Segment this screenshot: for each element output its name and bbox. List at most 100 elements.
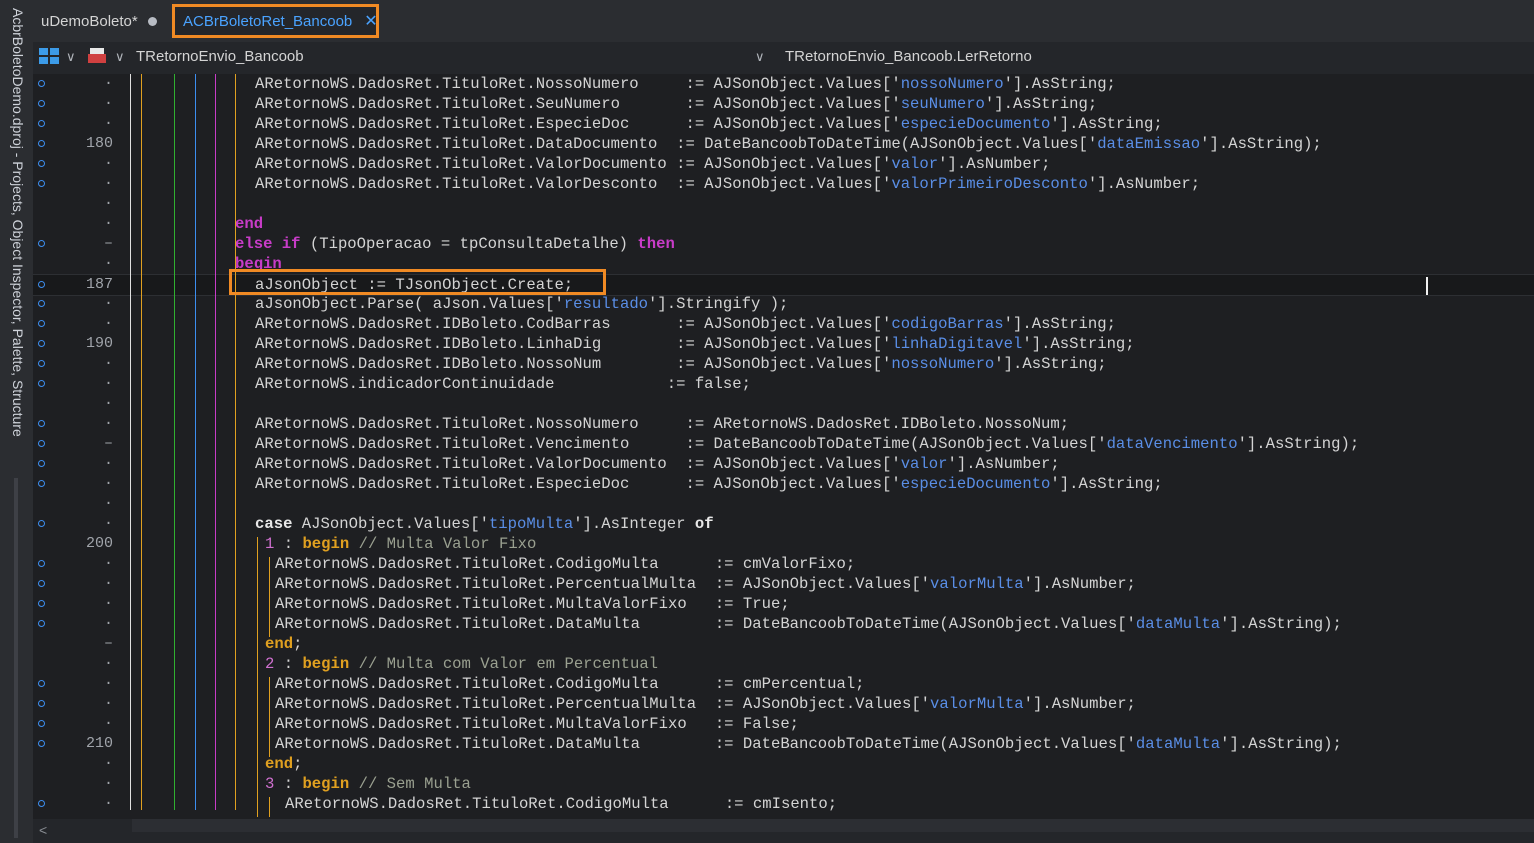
code-text[interactable]: end; [265,634,302,654]
print-icon[interactable] [88,48,106,64]
code-text[interactable]: ARetornoWS.DadosRet.TituloRet.NossoNumer… [255,414,1069,434]
code-text[interactable]: ARetornoWS.DadosRet.IDBoleto.LinhaDig :=… [255,334,1135,354]
code-line[interactable]: · ARetornoWS.DadosRet.TituloRet.DataMulta… [33,614,1534,634]
code-line[interactable]: · ARetornoWS.DadosRet.TituloRet.MultaValo… [33,714,1534,734]
case-block-guide [269,797,270,817]
code-line[interactable]: · end; [33,754,1534,774]
code-text[interactable]: ARetornoWS.DadosRet.TituloRet.Percentual… [275,694,1136,714]
close-icon[interactable]: ✕ [364,11,377,31]
line-number: · [103,415,113,432]
code-line[interactable]: · ARetornoWS.DadosRet.TituloRet.EspecieDo… [33,114,1534,134]
code-text[interactable]: ARetornoWS.DadosRet.TituloRet.DataMulta … [275,614,1342,634]
code-text[interactable]: ARetornoWS.DadosRet.TituloRet.ValorDocum… [255,454,1060,474]
code-editor[interactable]: · ARetornoWS.DadosRet.TituloRet.NossoNume… [33,74,1534,843]
code-line[interactable]: · ARetornoWS.DadosRet.TituloRet.CodigoMul… [33,794,1534,814]
side-panel-label[interactable]: AcbrBoletoDemo.dproj - Projects, Object … [6,8,26,478]
code-text[interactable]: ARetornoWS.DadosRet.TituloRet.MultaValor… [275,714,799,734]
highlight-box [229,269,606,295]
code-line[interactable]: · ARetornoWS.DadosRet.TituloRet.Percentua… [33,574,1534,594]
code-line[interactable]: · [33,194,1534,214]
code-line[interactable]: · case AJSonObject.Values['tipoMulta'].As… [33,514,1534,534]
line-number: · [103,715,113,732]
grid-icon[interactable] [39,48,59,64]
code-text[interactable]: 3 : begin // Sem Multa [265,774,471,794]
line-number: · [103,755,113,772]
line-number: · [103,615,113,632]
code-text[interactable]: else if (TipoOperacao = tpConsultaDetalh… [235,234,675,254]
chevron-down-icon[interactable]: ∨ [66,49,76,65]
code-line[interactable]: · end [33,214,1534,234]
line-number: · [103,315,113,332]
horizontal-scrollbar[interactable]: < [33,819,1534,843]
code-text[interactable]: case AJSonObject.Values['tipoMulta'].AsI… [255,514,714,534]
code-line[interactable]: · aJsonObject.Parse( aJson.Values['result… [33,294,1534,314]
code-text[interactable]: ARetornoWS.DadosRet.IDBoleto.CodBarras :… [255,314,1116,334]
tab-udemoboleto[interactable]: uDemoBoleto* [33,4,169,38]
code-text[interactable]: ARetornoWS.DadosRet.TituloRet.NossoNumer… [255,74,1116,94]
line-number: · [103,675,113,692]
class-selector[interactable]: TRetornoEnvio_Bancoob [136,48,304,65]
line-number: 187 [85,276,113,293]
code-text[interactable]: ARetornoWS.DadosRet.TituloRet.CodigoMult… [275,554,855,574]
code-line[interactable]: 210 ARetornoWS.DadosRet.TituloRet.DataMul… [33,734,1534,754]
code-text[interactable]: 1 : begin // Multa Valor Fixo [265,534,536,554]
code-text[interactable]: ARetornoWS.DadosRet.TituloRet.SeuNumero … [255,94,1097,114]
code-line[interactable]: · ARetornoWS.indicadorContinuidade := fal… [33,374,1534,394]
code-text[interactable]: ARetornoWS.DadosRet.TituloRet.DataDocume… [255,134,1322,154]
code-line[interactable]: · ARetornoWS.DadosRet.TituloRet.ValorDesc… [33,174,1534,194]
code-line[interactable]: · ARetornoWS.DadosRet.IDBoleto.NossoNum :… [33,354,1534,374]
code-line[interactable]: – ARetornoWS.DadosRet.TituloRet.Venciment… [33,434,1534,454]
chevron-down-icon[interactable]: ∨ [115,49,125,65]
code-line[interactable]: · ARetornoWS.DadosRet.TituloRet.SeuNumero… [33,94,1534,114]
code-text[interactable]: ARetornoWS.DadosRet.TituloRet.EspecieDoc… [255,114,1163,134]
code-text[interactable]: end; [265,754,302,774]
scroll-left-icon[interactable]: < [39,822,47,838]
chevron-down-icon[interactable]: ∨ [755,49,765,65]
line-number: · [103,355,113,372]
code-line[interactable]: 190 ARetornoWS.DadosRet.IDBoleto.LinhaDig… [33,334,1534,354]
code-line[interactable]: · 2 : begin // Multa com Valor em Percent… [33,654,1534,674]
code-text[interactable]: ARetornoWS.DadosRet.TituloRet.EspecieDoc… [255,474,1163,494]
code-line[interactable]: – end; [33,634,1534,654]
code-line[interactable]: · ARetornoWS.DadosRet.TituloRet.EspecieDo… [33,474,1534,494]
indent-guide [174,74,175,810]
tab-acbrboletoret-bancoob[interactable]: ACBrBoletoRet_Bancoob ✕ [172,4,379,38]
code-text[interactable]: aJsonObject.Parse( aJson.Values['resulta… [255,294,788,314]
side-panel-handle[interactable] [14,478,18,838]
method-selector[interactable]: TRetornoEnvio_Bancoob.LerRetorno [785,48,1032,65]
code-text[interactable]: ARetornoWS.DadosRet.TituloRet.Percentual… [275,574,1136,594]
code-text[interactable]: ARetornoWS.DadosRet.TituloRet.ValorDesco… [255,174,1200,194]
code-text[interactable]: end [235,214,263,234]
code-line[interactable]: · ARetornoWS.DadosRet.TituloRet.CodigoMul… [33,674,1534,694]
code-line[interactable]: · ARetornoWS.DadosRet.TituloRet.MultaValo… [33,594,1534,614]
indent-guides [130,74,236,819]
line-number: · [103,695,113,712]
scroll-track[interactable] [132,819,1534,832]
code-line[interactable]: · ARetornoWS.DadosRet.TituloRet.NossoNume… [33,414,1534,434]
code-line[interactable]: · [33,394,1534,414]
code-line[interactable]: – else if (TipoOperacao = tpConsultaDetal… [33,234,1534,254]
side-panel-strip[interactable]: AcbrBoletoDemo.dproj - Projects, Object … [0,0,34,843]
code-text[interactable]: ARetornoWS.DadosRet.TituloRet.MultaValor… [275,594,790,614]
line-number: · [103,255,113,272]
code-text[interactable]: ARetornoWS.DadosRet.TituloRet.CodigoMult… [285,794,837,814]
code-line[interactable]: · 3 : begin // Sem Multa [33,774,1534,794]
code-line[interactable]: · ARetornoWS.DadosRet.TituloRet.ValorDocu… [33,454,1534,474]
code-text[interactable]: ARetornoWS.DadosRet.IDBoleto.NossoNum :=… [255,354,1107,374]
code-text[interactable]: ARetornoWS.DadosRet.TituloRet.DataMulta … [275,734,1342,754]
code-area[interactable]: · ARetornoWS.DadosRet.TituloRet.NossoNume… [33,74,1534,819]
code-line[interactable]: · ARetornoWS.DadosRet.TituloRet.CodigoMul… [33,554,1534,574]
code-text[interactable]: 2 : begin // Multa com Valor em Percentu… [265,654,658,674]
code-line[interactable]: · ARetornoWS.DadosRet.TituloRet.ValorDocu… [33,154,1534,174]
code-text[interactable]: ARetornoWS.DadosRet.TituloRet.ValorDocum… [255,154,1050,174]
code-line[interactable]: 200 1 : begin // Multa Valor Fixo [33,534,1534,554]
code-line[interactable]: · [33,494,1534,514]
code-line[interactable]: 180 ARetornoWS.DadosRet.TituloRet.DataDoc… [33,134,1534,154]
code-line[interactable]: · ARetornoWS.DadosRet.IDBoleto.CodBarras … [33,314,1534,334]
modified-dot-icon [147,16,157,26]
code-line[interactable]: · ARetornoWS.DadosRet.TituloRet.Percentua… [33,694,1534,714]
code-text[interactable]: ARetornoWS.DadosRet.TituloRet.CodigoMult… [275,674,865,694]
code-text[interactable]: ARetornoWS.DadosRet.TituloRet.Vencimento… [255,434,1359,454]
code-line[interactable]: · ARetornoWS.DadosRet.TituloRet.NossoNume… [33,74,1534,94]
code-text[interactable]: ARetornoWS.indicadorContinuidade := fals… [255,374,751,394]
